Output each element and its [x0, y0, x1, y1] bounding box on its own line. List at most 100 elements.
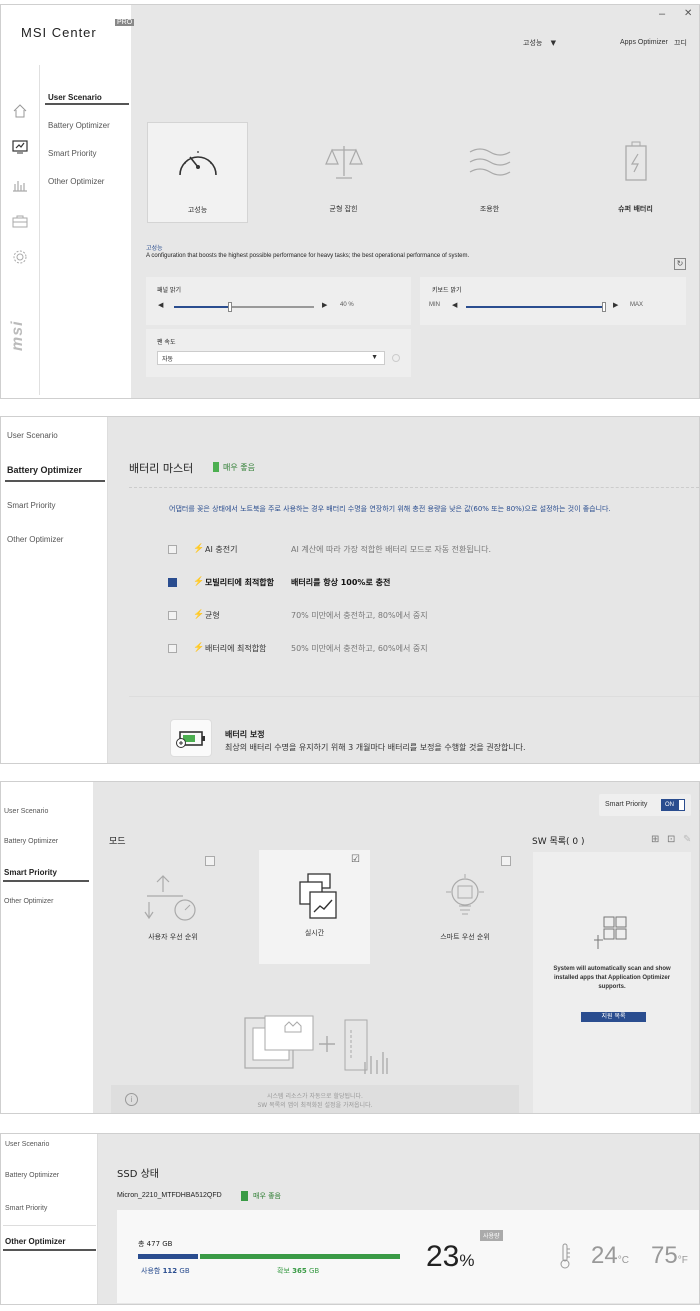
ssd-status-title: SSD 상태: [117, 1169, 159, 1180]
sidebar-item-user-scenario[interactable]: User Scenario: [7, 431, 58, 440]
drive-health-status: 매우 좋음: [253, 1192, 281, 1200]
apps-optimizer-link[interactable]: Apps Optimizer: [620, 39, 668, 46]
mode-card-user-priority[interactable]: 사용자 우선 순위: [123, 852, 223, 964]
toolbox-icon[interactable]: [12, 213, 28, 229]
decrease-arrow-icon[interactable]: ◀: [452, 301, 457, 309]
add-app-icon[interactable]: ⊞: [651, 834, 659, 845]
fan-speed-label: 팬 속도: [157, 339, 176, 346]
info-footer: i 시스템 리소스가 자동으로 할당됩니다. SW 목록의 앱이 최적화된 설정…: [111, 1085, 519, 1113]
home-icon[interactable]: [12, 103, 28, 119]
sidebar-item-other-optimizer[interactable]: Other Optimizer: [48, 177, 104, 186]
mode-dropdown[interactable]: 고성능 ▼: [523, 38, 556, 48]
mode-card-realtime[interactable]: ☑ 실시간: [259, 850, 370, 964]
battery-option-checkbox[interactable]: [168, 644, 177, 653]
divider: [3, 1225, 96, 1226]
toggle-knob: [679, 800, 684, 810]
sidebar-item-battery-optimizer[interactable]: Battery Optimizer: [7, 465, 82, 475]
keyboard-brightness-label: 키보드 밝기: [432, 287, 462, 294]
sidebar-item-smart-priority[interactable]: Smart Priority: [5, 1205, 47, 1212]
apps-grid-icon: [593, 916, 627, 955]
minimize-button[interactable]: –: [659, 8, 665, 20]
battery-option-name[interactable]: 모빌리티에 최적합함: [205, 577, 274, 588]
sidebar-item-battery-optimizer[interactable]: Battery Optimizer: [4, 838, 58, 845]
unit-f: °F: [677, 1255, 688, 1266]
checked-checkbox-icon[interactable]: ☑: [351, 854, 360, 865]
mode-description: A configuration that boosts the highest …: [146, 253, 470, 259]
battery-option-name[interactable]: 배터리에 최적합함: [205, 643, 266, 654]
sidebar-item-smart-priority[interactable]: Smart Priority: [7, 501, 55, 510]
increase-arrow-icon[interactable]: ▶: [322, 301, 327, 309]
fan-speed-box: 팬 속도 자동 ▼: [146, 329, 411, 377]
battery-option-checkbox[interactable]: [168, 611, 177, 620]
mode-card-high-performance[interactable]: 고성능: [147, 122, 248, 223]
mode-label: 사용자 우선 순위: [148, 933, 198, 941]
mode-card-balanced[interactable]: 균형 잡힌: [293, 122, 394, 223]
selected-underline: [3, 1249, 96, 1251]
support-list-button[interactable]: 지원 목록: [581, 1012, 646, 1022]
selected-underline: [45, 103, 129, 105]
header-extra-link[interactable]: 끄디: [674, 38, 687, 48]
temperature-fahrenheit: 75°F: [651, 1242, 688, 1270]
wind-waves-icon: [439, 142, 540, 182]
sidebar-item-other-optimizer[interactable]: Other Optimizer: [7, 535, 63, 544]
sidebar-item-battery-optimizer[interactable]: Battery Optimizer: [5, 1172, 59, 1179]
fan-speed-select[interactable]: 자동 ▼: [157, 351, 385, 365]
edit-icon[interactable]: ✎: [683, 834, 691, 845]
sidebar-item-user-scenario[interactable]: User Scenario: [5, 1141, 49, 1148]
checkbox[interactable]: [501, 856, 511, 866]
gear-icon[interactable]: [12, 249, 28, 265]
ai-bulb-icon: [415, 872, 515, 922]
app-logo: MSI Center: [21, 25, 97, 40]
mode-card-smart-priority[interactable]: 스마트 우선 순위: [415, 852, 515, 964]
selected-underline: [3, 880, 89, 882]
mode-label: 슈퍼 배터리: [618, 205, 653, 213]
bar-chart-icon[interactable]: [12, 177, 28, 193]
battery-option-description: AI 계산에 따라 가장 적합한 배터리 모드로 자동 전환됩니다.: [291, 545, 491, 554]
total-capacity: 총 477 GB: [138, 1240, 173, 1248]
sidebar-item-user-scenario[interactable]: User Scenario: [48, 93, 102, 102]
scan-icon[interactable]: ⊡: [667, 834, 675, 845]
sidebar-item-other-optimizer[interactable]: Other Optimizer: [4, 898, 53, 905]
slider-thumb[interactable]: [602, 302, 606, 312]
battery-calibration-button[interactable]: [170, 719, 212, 757]
lightning-icon: ⚡: [193, 576, 205, 586]
smart-priority-label: Smart Priority: [605, 801, 648, 808]
mode-card-super-battery[interactable]: 슈퍼 배터리: [585, 122, 686, 223]
sidebar-item-user-scenario[interactable]: User Scenario: [4, 808, 48, 815]
decrease-arrow-icon[interactable]: ◀: [158, 301, 163, 309]
lightning-icon: ⚡: [193, 609, 205, 619]
sidebar-item-battery-optimizer[interactable]: Battery Optimizer: [48, 121, 110, 130]
sidebar-item-other-optimizer[interactable]: Other Optimizer: [5, 1237, 65, 1246]
sidebar-item-smart-priority[interactable]: Smart Priority: [48, 149, 96, 158]
battery-option-checkbox[interactable]: [168, 545, 177, 554]
free-value: 365: [292, 1267, 307, 1275]
smart-priority-toggle[interactable]: ON: [661, 799, 685, 811]
used-label: 사용함: [141, 1267, 161, 1275]
footer-line-2: SW 목록의 앱이 최적화된 설정을 가져옵니다.: [257, 1102, 373, 1109]
sidebar: [1, 782, 93, 1113]
monitor-chart-icon[interactable]: [12, 139, 28, 155]
battery-option-name[interactable]: 균형: [205, 610, 220, 621]
mode-label: 고성능: [187, 206, 208, 214]
checkbox[interactable]: [205, 856, 215, 866]
lightning-icon: ⚡: [193, 543, 205, 553]
realtime-chart-windows-icon: [259, 872, 370, 922]
temp-f-value: 75: [651, 1242, 678, 1269]
sidebar-item-smart-priority[interactable]: Smart Priority: [4, 868, 57, 877]
mode-card-silent[interactable]: 조용한: [439, 122, 540, 223]
panel-brightness-label: 패널 밝기: [157, 287, 181, 294]
slider-thumb[interactable]: [228, 302, 232, 312]
lightning-icon: ⚡: [193, 642, 205, 652]
battery-option-name[interactable]: AI 충전기: [205, 544, 237, 555]
fan-info-icon[interactable]: [392, 354, 400, 362]
increase-arrow-icon[interactable]: ▶: [613, 301, 618, 309]
battery-option-description: 70% 미만에서 충전하고, 80%에서 중지: [291, 611, 428, 620]
close-button[interactable]: ✕: [684, 8, 692, 19]
mode-label: 실시간: [304, 929, 325, 937]
reset-icon[interactable]: ↻: [674, 258, 686, 270]
scale-icon: [293, 142, 394, 182]
battery-option-checkbox[interactable]: [168, 578, 177, 587]
battery-health-icon: [213, 462, 219, 472]
percent-sign: %: [459, 1251, 475, 1270]
chevron-down-icon: ▼: [550, 39, 556, 47]
